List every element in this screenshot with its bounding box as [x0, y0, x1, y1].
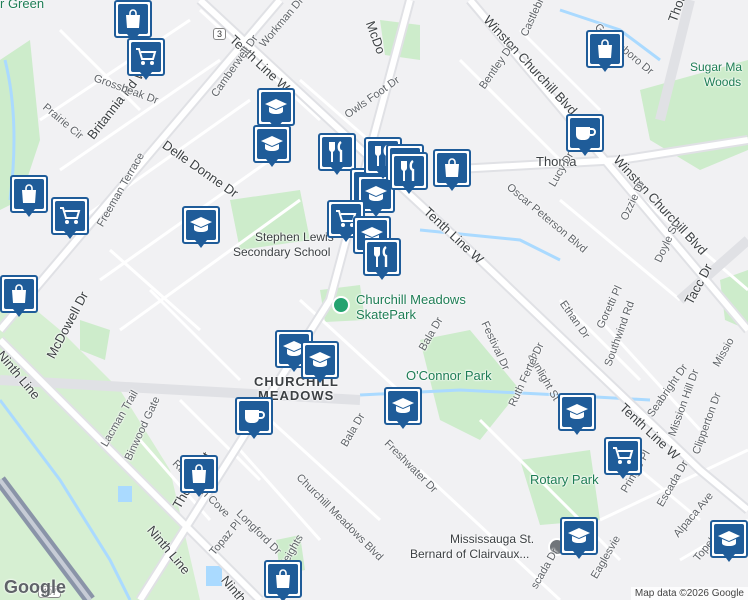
coffee-marker[interactable] — [566, 114, 604, 158]
map-attribution[interactable]: Map data ©2026 Google — [630, 587, 748, 600]
shopping-bag-icon — [437, 153, 467, 183]
poi-label[interactable]: Bernard of Clairvaux... — [410, 547, 529, 561]
park-label[interactable]: O'Connor Park — [406, 368, 492, 383]
park-label: Sugar Ma — [690, 60, 743, 74]
shopping-bag-icon — [4, 279, 34, 309]
school-icon — [562, 397, 592, 427]
map-canvas[interactable]: r Green 3 407 Sugar Ma Woods Stephen Lew… — [0, 0, 748, 600]
shopping-bag-icon — [590, 34, 620, 64]
school-icon — [305, 345, 335, 375]
shopping-bag-marker[interactable] — [433, 149, 471, 193]
shopping-bag-icon — [268, 564, 298, 594]
shopping-cart-marker[interactable] — [51, 197, 89, 241]
restaurant-icon — [394, 156, 424, 186]
school-icon — [261, 92, 291, 122]
shopping-cart-icon — [608, 441, 638, 471]
shopping-bag-marker[interactable] — [586, 30, 624, 74]
school-icon — [564, 521, 594, 551]
restaurant-icon — [322, 137, 352, 167]
shopping-bag-icon — [14, 179, 44, 209]
coffee-marker[interactable] — [235, 397, 273, 441]
park-label[interactable]: Rotary Park — [530, 472, 599, 487]
shopping-cart-icon — [55, 201, 85, 231]
skatepark-pin-icon[interactable] — [332, 296, 350, 314]
shopping-bag-marker[interactable] — [0, 275, 38, 319]
skatepark-label[interactable]: Churchill Meadows — [356, 292, 466, 307]
school-icon — [388, 391, 418, 421]
restaurant-marker[interactable] — [390, 152, 428, 196]
shopping-bag-icon — [184, 459, 214, 489]
restaurant-icon — [367, 242, 397, 272]
shopping-cart-marker[interactable] — [127, 38, 165, 82]
highway-shield: 3 — [213, 28, 227, 40]
school-marker[interactable] — [301, 341, 339, 385]
school-label[interactable]: Stephen Lewis — [255, 230, 334, 244]
place-label: r Green — [0, 0, 45, 11]
skatepark-label[interactable]: SkatePark — [356, 307, 416, 322]
school-icon — [257, 129, 287, 159]
restaurant-marker[interactable] — [363, 238, 401, 282]
school-marker[interactable] — [182, 206, 220, 250]
school-marker[interactable] — [560, 517, 598, 561]
school-marker[interactable] — [384, 387, 422, 431]
school-marker[interactable] — [253, 125, 291, 169]
shopping-bag-marker[interactable] — [180, 455, 218, 499]
school-label[interactable]: Secondary School — [233, 245, 330, 259]
school-icon — [186, 210, 216, 240]
school-marker[interactable] — [710, 520, 748, 564]
shopping-bag-marker[interactable] — [264, 560, 302, 600]
shopping-bag-marker[interactable] — [10, 175, 48, 219]
coffee-icon — [570, 118, 600, 148]
poi-label[interactable]: Mississauga St. — [450, 532, 534, 546]
school-marker[interactable] — [558, 393, 596, 437]
shopping-cart-marker[interactable] — [604, 437, 642, 481]
shopping-bag-icon — [118, 4, 148, 34]
shopping-cart-icon — [131, 42, 161, 72]
coffee-icon — [239, 401, 269, 431]
park-label: Woods — [704, 75, 742, 89]
school-icon — [714, 524, 744, 554]
google-logo: Google — [4, 577, 66, 597]
